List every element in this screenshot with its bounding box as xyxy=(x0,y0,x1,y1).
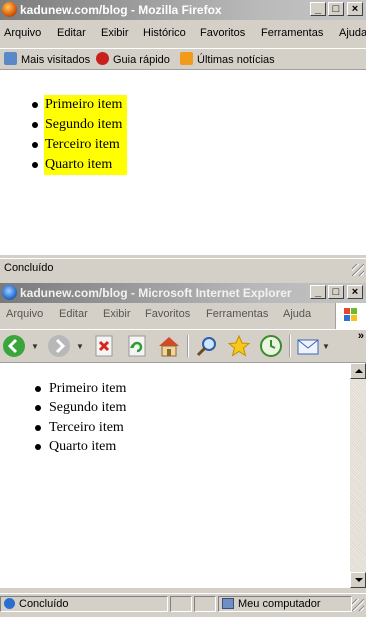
status-bar: Concluído Meu computador xyxy=(0,593,366,613)
back-icon[interactable] xyxy=(2,334,26,358)
status-panel xyxy=(170,596,192,612)
bullet-icon xyxy=(32,102,38,108)
list-item: Primeiro item xyxy=(35,379,126,398)
bookmark-mais-visitados[interactable]: Mais visitados xyxy=(4,52,90,66)
window-title: kadunew.com/blog - Mozilla Firefox xyxy=(20,3,222,17)
list-item: Terceiro item xyxy=(32,135,127,155)
list-item: Segundo item xyxy=(32,115,127,135)
bookmark-ultimas-noticias[interactable]: Últimas notícias xyxy=(180,52,275,66)
close-button[interactable]: × xyxy=(347,2,363,16)
menu-ajuda[interactable]: Ajuda xyxy=(283,308,311,320)
list-item: Terceiro item xyxy=(35,418,126,437)
menu-favoritos[interactable]: Favoritos xyxy=(200,27,245,39)
menu-ferramentas[interactable]: Ferramentas xyxy=(206,308,268,320)
toolbar-chevron-icon[interactable]: » xyxy=(358,330,364,342)
menu-arquivo[interactable]: Arquivo xyxy=(4,27,41,39)
bullet-icon xyxy=(32,122,38,128)
menu-ajuda[interactable]: Ajuda xyxy=(339,27,366,39)
scroll-up-button[interactable] xyxy=(350,363,366,379)
back-dropdown-icon[interactable]: ▼ xyxy=(31,342,39,351)
bullet-icon xyxy=(35,405,41,412)
firefox-page-content: Primeiro item Segundo item Terceiro item… xyxy=(0,70,366,255)
home-icon[interactable] xyxy=(157,334,181,358)
firefox-window: kadunew.com/blog - Mozilla Firefox _ □ ×… xyxy=(0,0,366,283)
arrow-up-icon xyxy=(355,369,363,373)
resize-grip[interactable] xyxy=(352,599,364,611)
ie-window: kadunew.com/blog - Microsoft Internet Ex… xyxy=(0,283,366,617)
toolbar-separator xyxy=(187,335,189,357)
status-text: Concluído xyxy=(19,598,69,610)
status-text: Concluído xyxy=(4,262,54,274)
status-panel xyxy=(194,596,216,612)
minimize-button[interactable]: _ xyxy=(310,285,326,299)
bookmark-label: Guia rápido xyxy=(113,54,170,66)
menu-favoritos[interactable]: Favoritos xyxy=(145,308,190,320)
close-button[interactable]: × xyxy=(347,285,363,299)
toolbar-separator xyxy=(289,335,291,357)
firefox-bookmark-icon xyxy=(96,52,109,65)
mail-icon[interactable] xyxy=(296,334,320,358)
menu-exibir[interactable]: Exibir xyxy=(103,308,131,320)
menu-arquivo[interactable]: Arquivo xyxy=(6,308,43,320)
bullet-icon xyxy=(35,386,41,392)
forward-dropdown-icon[interactable]: ▼ xyxy=(76,342,84,351)
status-panel-main: Concluído xyxy=(0,596,168,612)
rss-feed-icon xyxy=(180,52,193,65)
vertical-scrollbar[interactable] xyxy=(350,363,366,588)
favorites-icon[interactable] xyxy=(227,334,251,358)
refresh-icon[interactable] xyxy=(125,334,149,358)
list-item: Primeiro item xyxy=(32,95,127,115)
status-bar: Concluído xyxy=(0,258,366,278)
item-list: Primeiro item Segundo item Terceiro item… xyxy=(32,95,127,175)
maximize-button[interactable]: □ xyxy=(328,285,344,299)
list-item: Segundo item xyxy=(35,398,126,417)
menu-ferramentas[interactable]: Ferramentas xyxy=(261,27,323,39)
menu-editar[interactable]: Editar xyxy=(59,308,88,320)
window-title: kadunew.com/blog - Microsoft Internet Ex… xyxy=(20,286,292,300)
menu-exibir[interactable]: Exibir xyxy=(101,27,129,39)
menu-historico[interactable]: Histórico xyxy=(143,27,186,39)
firefox-titlebar[interactable]: kadunew.com/blog - Mozilla Firefox _ □ × xyxy=(0,0,366,20)
zone-text: Meu computador xyxy=(238,598,321,610)
windows-logo-icon xyxy=(335,303,366,329)
bookmark-guia-rapido[interactable]: Guia rápido xyxy=(96,52,170,66)
list-item: Quarto item xyxy=(35,437,126,456)
bullet-icon xyxy=(32,162,38,168)
forward-icon[interactable] xyxy=(47,334,71,358)
search-icon[interactable] xyxy=(195,334,219,358)
stop-icon[interactable] xyxy=(92,334,116,358)
bullet-icon xyxy=(35,424,41,431)
item-list: Primeiro item Segundo item Terceiro item… xyxy=(35,379,126,456)
history-icon[interactable] xyxy=(259,334,283,358)
ie-standard-toolbar: ▼ ▼ ▼ » xyxy=(0,329,366,363)
ie-titlebar[interactable]: kadunew.com/blog - Microsoft Internet Ex… xyxy=(0,283,366,303)
ie-page-content: Primeiro item Segundo item Terceiro item… xyxy=(0,363,350,588)
computer-icon xyxy=(222,598,234,609)
menu-bar: Arquivo Editar Exibir Histórico Favorito… xyxy=(0,24,366,44)
menu-editar[interactable]: Editar xyxy=(57,27,86,39)
bookmark-folder-icon xyxy=(4,52,17,65)
list-item: Quarto item xyxy=(32,155,127,175)
status-panel-zone: Meu computador xyxy=(218,596,352,612)
minimize-button[interactable]: _ xyxy=(310,2,326,16)
mail-dropdown-icon[interactable]: ▼ xyxy=(322,342,330,351)
firefox-logo-icon xyxy=(2,2,17,17)
page-done-icon xyxy=(4,598,15,609)
scroll-down-button[interactable] xyxy=(350,572,366,588)
arrow-down-icon xyxy=(355,578,363,582)
bookmarks-toolbar: Mais visitados Guia rápido Últimas notíc… xyxy=(0,48,366,70)
bookmark-label: Últimas notícias xyxy=(197,54,275,66)
maximize-button[interactable]: □ xyxy=(328,2,344,16)
menu-bar: Arquivo Editar Exibir Favoritos Ferramen… xyxy=(0,305,366,325)
bullet-icon xyxy=(32,142,38,148)
bullet-icon xyxy=(35,443,41,450)
ie-logo-icon xyxy=(2,285,17,300)
bookmark-label: Mais visitados xyxy=(21,54,91,66)
resize-grip[interactable] xyxy=(352,264,364,276)
